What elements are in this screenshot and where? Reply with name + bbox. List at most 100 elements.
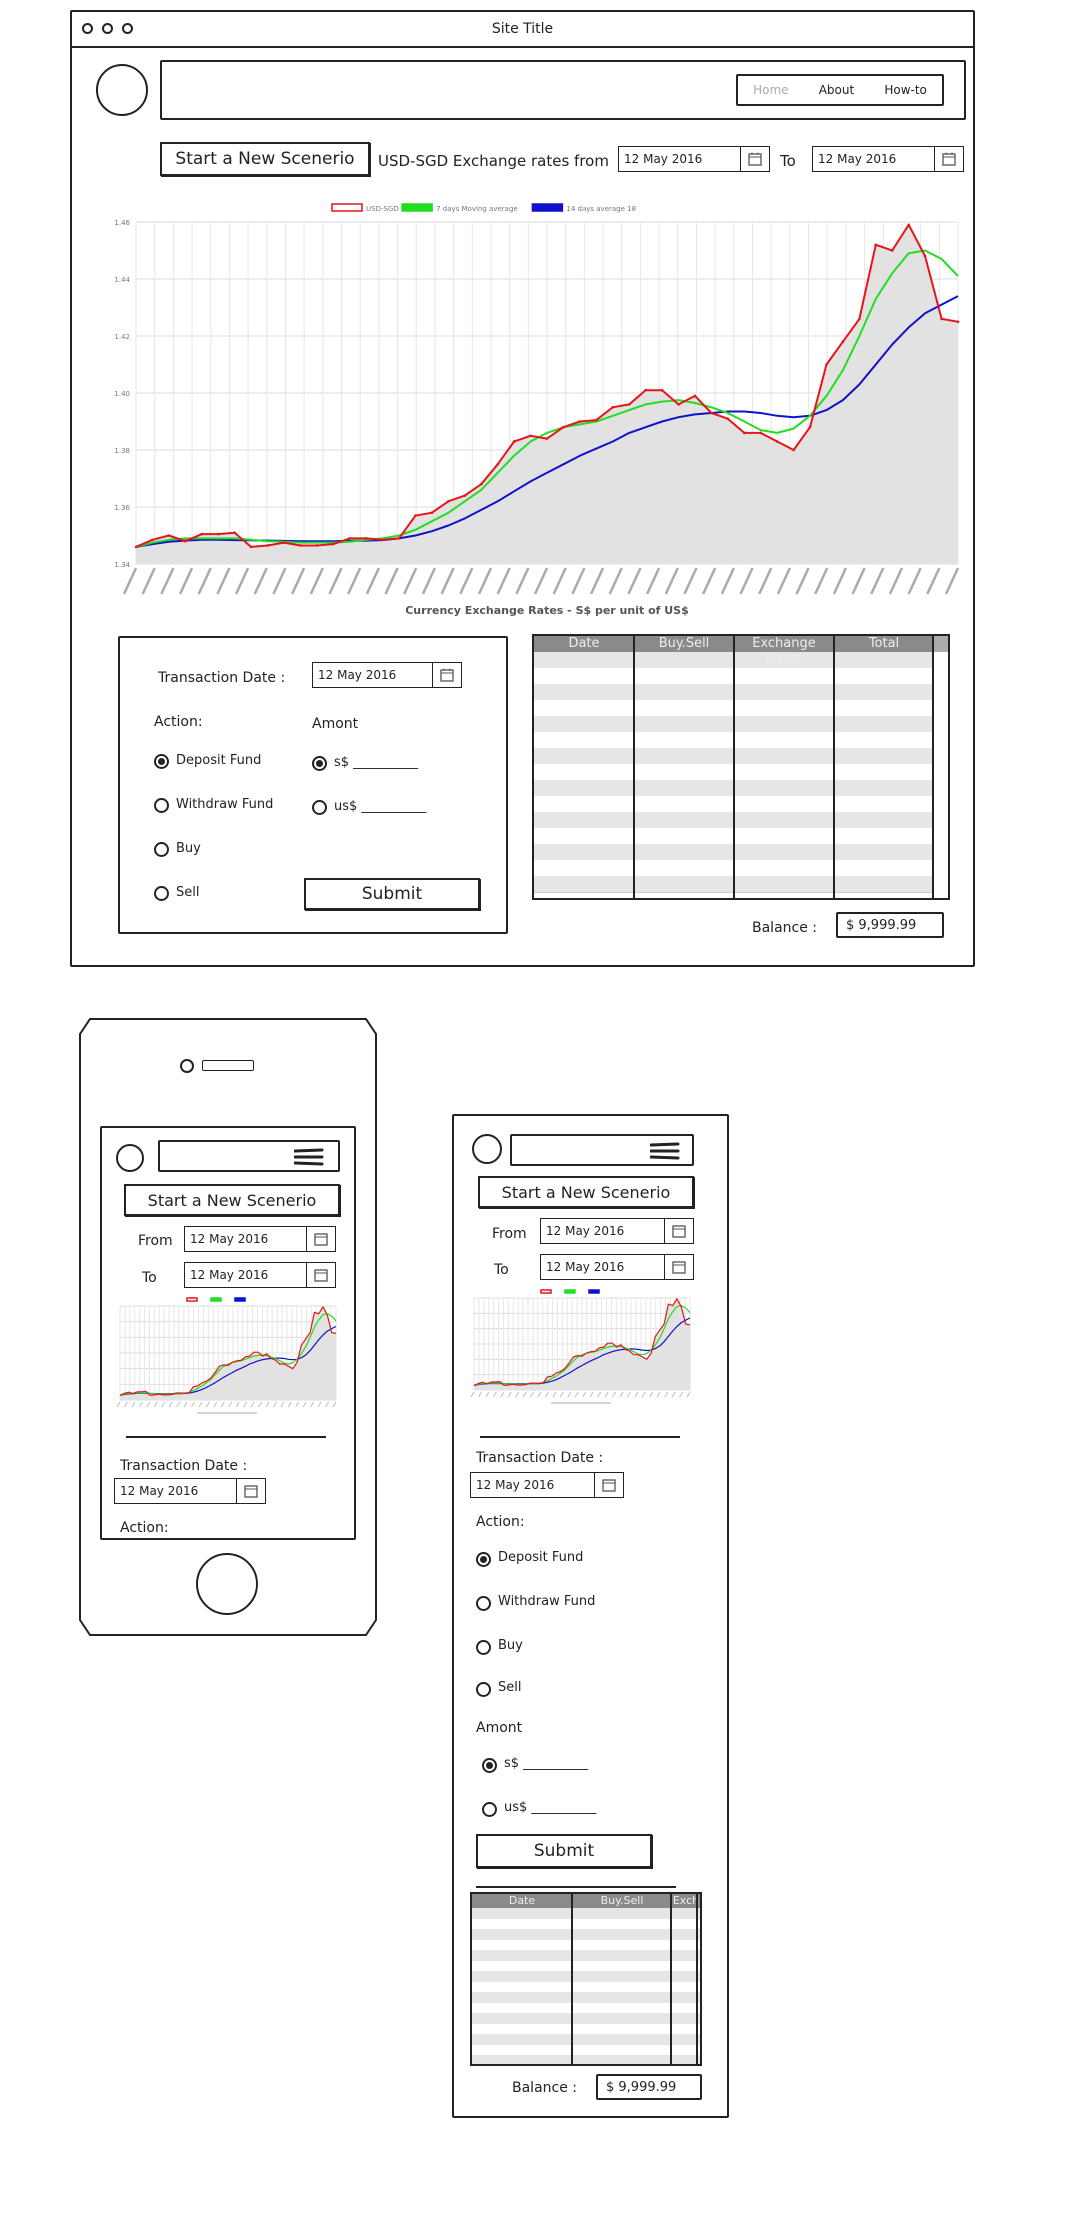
to-date-value: 12 May 2016	[190, 1268, 269, 1282]
calendar-icon[interactable]	[432, 663, 461, 687]
transaction-date-picker[interactable]: 12 May 2016	[312, 662, 462, 688]
calendar-icon[interactable]	[306, 1227, 335, 1251]
data-point	[167, 534, 171, 537]
x-tick-label	[197, 567, 212, 595]
col-total[interactable]: Total	[834, 636, 934, 652]
radio-buy[interactable]	[154, 842, 169, 857]
radio-sgd[interactable]	[482, 1758, 497, 1773]
data-point	[233, 531, 236, 534]
col-date[interactable]: Date	[472, 1894, 572, 1908]
radio-sgd-label[interactable]: s$ __________	[504, 1756, 588, 1771]
header-bar	[510, 1134, 694, 1166]
calendar-icon[interactable]	[664, 1219, 693, 1243]
x-tick-label	[477, 567, 493, 595]
table-body	[472, 1894, 700, 2064]
calendar-icon[interactable]	[594, 1473, 623, 1497]
hamburger-icon[interactable]	[650, 1142, 680, 1160]
x-tick-label	[280, 1401, 285, 1408]
table-header: Date Buy.Sell Exch	[472, 1894, 700, 1908]
table-row[interactable]	[472, 2055, 700, 2064]
data-point	[956, 320, 960, 324]
radio-sgd-label[interactable]: s$ __________	[334, 755, 418, 770]
radio-withdraw[interactable]	[476, 1596, 491, 1611]
to-date-picker[interactable]: 12 May 2016	[184, 1262, 336, 1288]
nav-home[interactable]: Home	[753, 83, 788, 97]
transaction-date-picker[interactable]: 12 May 2016	[114, 1478, 266, 1504]
data-point	[644, 388, 647, 392]
x-tick-label	[832, 567, 848, 595]
calendar-icon[interactable]	[664, 1255, 693, 1279]
new-scenario-button[interactable]: Start a New Scenerio	[478, 1176, 694, 1208]
data-point	[348, 537, 352, 540]
radio-usd[interactable]	[312, 800, 327, 815]
col-divider	[733, 636, 735, 898]
y-tick-label: 1.42	[114, 333, 130, 341]
nav-howto[interactable]: How-to	[884, 83, 927, 97]
x-tick-label	[161, 1401, 166, 1408]
transaction-form: Transaction Date : 12 May 2016 Action: A…	[118, 636, 508, 934]
submit-button[interactable]: Submit	[476, 1834, 652, 1868]
calendar-icon[interactable]	[306, 1263, 335, 1287]
from-label: From	[492, 1226, 527, 1242]
x-tick-label	[198, 1401, 203, 1408]
data-point	[282, 541, 286, 544]
col-buysell[interactable]: Buy.Sell	[634, 636, 734, 652]
submit-button[interactable]: Submit	[304, 878, 480, 910]
to-label: To	[780, 152, 796, 170]
radio-sell[interactable]	[476, 1682, 491, 1697]
data-point	[775, 440, 779, 443]
radio-usd[interactable]	[482, 1802, 497, 1817]
transaction-date-label: Transaction Date :	[120, 1458, 248, 1474]
x-tick-label	[146, 1401, 151, 1408]
data-point	[742, 431, 746, 435]
radio-sgd[interactable]	[312, 756, 327, 771]
data-point	[940, 317, 943, 321]
from-date-picker[interactable]: 12 May 2016	[618, 146, 770, 172]
radio-usd-label[interactable]: us$ __________	[334, 799, 426, 814]
from-date-picker[interactable]: 12 May 2016	[184, 1226, 336, 1252]
data-point	[381, 538, 384, 542]
x-tick-label	[574, 1391, 579, 1398]
hamburger-icon[interactable]	[294, 1148, 324, 1166]
to-date-picker[interactable]: 12 May 2016	[540, 1254, 694, 1280]
radio-buy[interactable]	[476, 1640, 491, 1655]
radio-withdraw-label: Withdraw Fund	[498, 1594, 596, 1609]
to-date-picker[interactable]: 12 May 2016	[812, 146, 964, 172]
x-tick-label	[645, 567, 661, 595]
nav-about[interactable]: About	[819, 83, 854, 97]
new-scenario-button[interactable]: Start a New Scenerio	[124, 1184, 340, 1216]
window-titlebar: Site Title	[72, 12, 973, 48]
new-scenario-button[interactable]: Start a New Scenerio	[160, 142, 370, 176]
transaction-date-picker[interactable]: 12 May 2016	[470, 1472, 624, 1498]
x-tick-label	[679, 1391, 683, 1398]
from-date-value: 12 May 2016	[190, 1232, 269, 1246]
calendar-icon[interactable]	[740, 147, 769, 171]
radio-usd-label[interactable]: us$ __________	[504, 1800, 596, 1815]
calendar-icon[interactable]	[236, 1479, 265, 1503]
x-tick-label	[216, 567, 231, 595]
calendar-icon[interactable]	[934, 147, 963, 171]
radio-deposit[interactable]	[476, 1552, 491, 1567]
radio-withdraw[interactable]	[154, 798, 169, 813]
x-tick-label	[507, 1391, 512, 1398]
phone-home-button[interactable]	[196, 1553, 258, 1615]
data-point	[627, 403, 631, 406]
radio-deposit[interactable]	[154, 754, 169, 769]
to-date-value: 12 May 2016	[546, 1260, 625, 1274]
table-scrollbar[interactable]	[932, 636, 948, 898]
col-rates[interactable]: Exchange Rates	[734, 636, 834, 666]
data-point	[266, 544, 269, 547]
col-buysell[interactable]: Buy.Sell	[572, 1894, 672, 1908]
y-tick-label: 1.44	[114, 276, 130, 284]
data-point	[858, 317, 861, 321]
x-tick-label	[758, 567, 773, 595]
radio-sell[interactable]	[154, 886, 169, 901]
x-tick-label	[470, 1391, 475, 1398]
action-label: Action:	[154, 714, 203, 730]
x-tick-label	[272, 567, 287, 595]
col-date[interactable]: Date	[534, 636, 634, 652]
x-tick-label	[421, 567, 437, 595]
transaction-date-value: 12 May 2016	[318, 668, 397, 682]
from-date-picker[interactable]: 12 May 2016	[540, 1218, 694, 1244]
data-point	[447, 500, 450, 503]
